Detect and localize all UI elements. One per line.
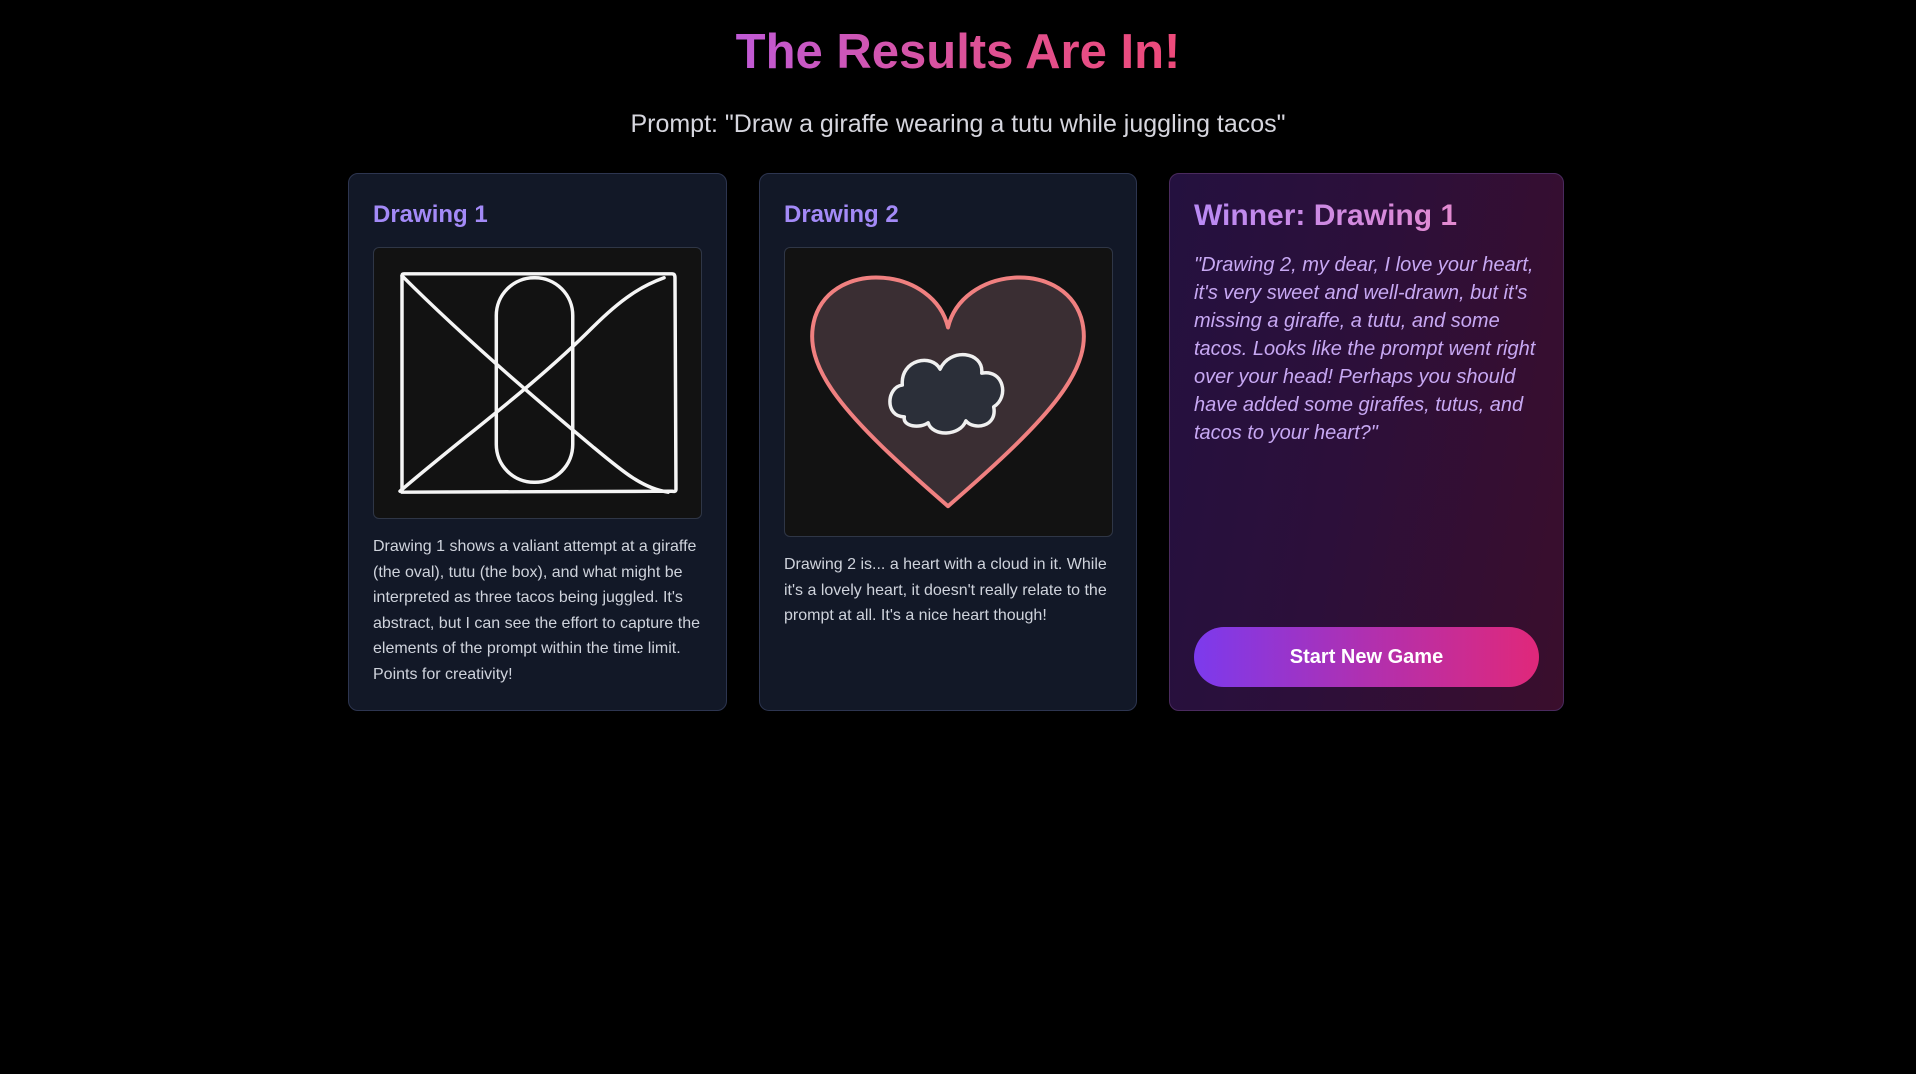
page-title-text: The Results Are In! xyxy=(735,25,1181,79)
winner-card: Winner: Drawing 1 "Drawing 2, my dear, I… xyxy=(1169,173,1564,711)
drawing-card-1: Drawing 1 Drawing 1 shows a valiant atte… xyxy=(348,173,727,711)
drawing-2-heading: Drawing 2 xyxy=(784,201,899,228)
drawing-1-sketch xyxy=(398,272,678,494)
drawing-1-canvas xyxy=(373,247,702,519)
sketch-line-up xyxy=(398,276,666,493)
winner-heading: Winner: Drawing 1 xyxy=(1194,198,1457,234)
winner-quote: "Drawing 2, my dear, I love your heart, … xyxy=(1194,254,1536,444)
results-page: The Results Are In! Prompt: "Draw a gira… xyxy=(0,0,1916,1074)
sketch-line-down xyxy=(400,274,670,494)
sketch-box xyxy=(400,272,678,494)
page-title: The Results Are In! xyxy=(0,22,1916,82)
drawing-1-heading: Drawing 1 xyxy=(373,201,488,228)
drawing-2-description: Drawing 2 is... a heart with a cloud in … xyxy=(784,556,1107,625)
drawing-2-canvas xyxy=(784,247,1113,537)
winner-heading-text: Winner: Drawing 1 xyxy=(1194,199,1458,232)
drawing-1-description: Drawing 1 shows a valiant attempt at a g… xyxy=(373,538,701,683)
drawing-card-2: Drawing 2 Drawing 2 is... a heart with a… xyxy=(759,173,1137,711)
prompt-text: Prompt: "Draw a giraffe wearing a tutu w… xyxy=(630,110,1286,138)
start-new-game-button[interactable]: Start New Game xyxy=(1194,627,1539,687)
drawing-2-sketch xyxy=(810,275,1086,509)
